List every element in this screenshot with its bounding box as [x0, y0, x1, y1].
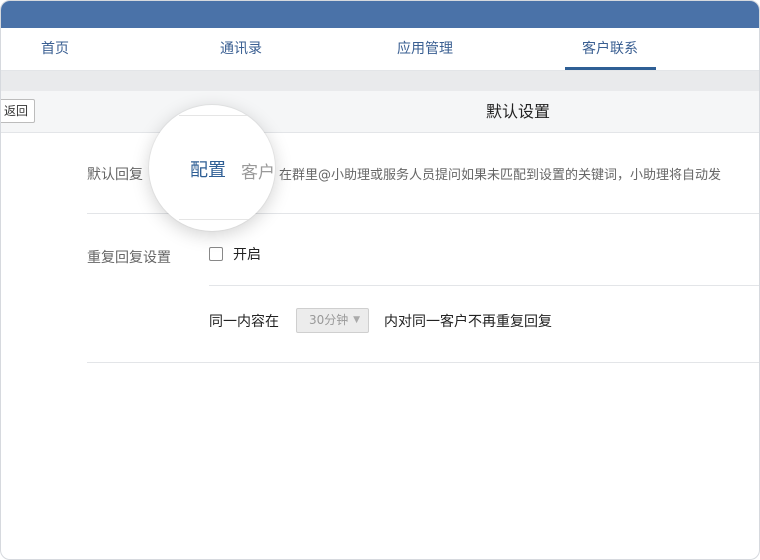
page-header: 默认设置 返回 — [1, 91, 759, 133]
default-reply-label: 默认回复 — [87, 167, 143, 183]
magnifier-callout: 配置 客户 — [149, 105, 275, 231]
magnified-tab-customer[interactable]: 客户 — [241, 158, 275, 183]
divider — [209, 285, 759, 286]
repeat-reply-label: 重复回复设置 — [87, 250, 171, 266]
tab-home[interactable]: 首页 — [1, 28, 109, 70]
back-button[interactable]: 返回 — [1, 99, 36, 123]
section-separator — [1, 71, 759, 91]
main-nav: 首页 通讯录 应用管理 客户联系 — [1, 28, 759, 71]
interval-select[interactable]: 30分钟 ▼ — [296, 308, 369, 333]
top-bar — [1, 1, 759, 28]
active-tab-indicator — [565, 67, 656, 70]
page-title: 默认设置 — [485, 102, 550, 121]
tab-customer-contact[interactable]: 客户联系 — [556, 28, 664, 70]
interval-prefix-text: 同一内容在 — [209, 314, 279, 330]
tab-contacts[interactable]: 通讯录 — [187, 28, 295, 70]
magnifier-line — [179, 219, 249, 220]
magnifier-line — [179, 115, 249, 116]
interval-select-value: 30分钟 — [309, 313, 349, 327]
magnified-tab-config[interactable]: 配置 — [190, 156, 226, 182]
enable-label[interactable]: 开启 — [233, 244, 261, 264]
app-window: 首页 通讯录 应用管理 客户联系 默认设置 返回 默认回复 在群里@小助理或服务… — [0, 0, 760, 560]
chevron-down-icon: ▼ — [353, 315, 360, 325]
enable-checkbox[interactable] — [209, 247, 223, 261]
divider — [87, 362, 759, 363]
default-reply-description: 在群里@小助理或服务人员提问如果未匹配到设置的关键词，小助理将自动发 — [279, 168, 722, 183]
interval-suffix-text: 内对同一客户不再重复回复 — [384, 314, 552, 330]
tab-app-management[interactable]: 应用管理 — [371, 28, 479, 70]
